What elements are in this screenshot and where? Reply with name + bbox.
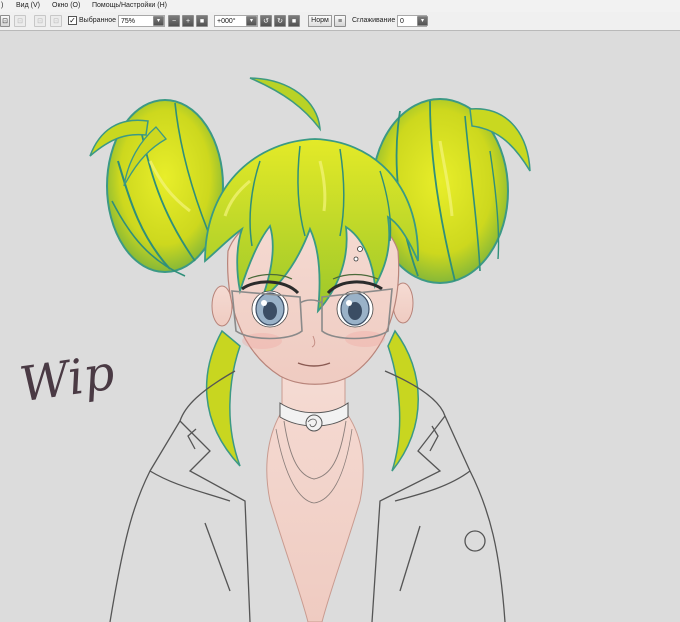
drawing-canvas[interactable]: Wip <box>0 31 680 622</box>
rotate-right-button[interactable]: ↻ <box>274 15 286 27</box>
square-icon: ■ <box>291 17 297 25</box>
smoothing-value: 0 <box>400 18 404 25</box>
zoom-dropdown-button[interactable]: ▾ <box>153 16 164 26</box>
menu-item-window[interactable]: Окно (O) <box>52 2 80 9</box>
smoothing-label: Сглаживание <box>352 17 396 24</box>
tool-second-icon: ⊡ <box>17 17 23 25</box>
tool-fourth-button[interactable]: ⊡ <box>50 15 62 27</box>
artwork: Wip <box>16 77 531 622</box>
chevron-down-icon: ▾ <box>249 18 253 24</box>
tool-first-button[interactable]: ⊡ <box>0 15 10 27</box>
minus-icon: − <box>171 17 177 25</box>
rotation-value: +000° <box>217 18 236 25</box>
chevron-down-icon: ▾ <box>156 18 160 24</box>
zoom-in-button[interactable]: + <box>182 15 194 27</box>
flip-icon: ≡ <box>337 17 343 25</box>
rotate-left-button[interactable]: ↺ <box>260 15 272 27</box>
rotation-dropdown-button[interactable]: ▾ <box>246 16 257 26</box>
zoom-value: 75% <box>121 18 136 25</box>
zoom-out-button[interactable]: − <box>168 15 180 27</box>
wip-annotation: Wip <box>16 345 117 414</box>
plus-icon: + <box>185 17 191 25</box>
selected-label: Выбранное <box>79 17 117 24</box>
tool-first-icon: ⊡ <box>2 17 8 25</box>
left-ear <box>211 285 233 327</box>
selection-toolbar: ⊡ ⊡ ⊡ ⊡ ✓ Выбранное 75% ▾ − + ■ +000° ▾ … <box>0 12 680 31</box>
flip-button[interactable]: ≡ <box>334 15 346 27</box>
paint-tool-window: ) Вид (V) Окно (O) Помощь/Настройки (H) … <box>0 0 680 622</box>
right-hair-lock <box>387 329 419 472</box>
chevron-down-icon: ▾ <box>420 18 424 24</box>
menu-item-help-settings[interactable]: Помощь/Настройки (H) <box>92 2 167 9</box>
smoothing-dropdown-button[interactable]: ▾ <box>417 16 428 26</box>
square-icon: ■ <box>199 17 205 25</box>
rotation-reset-button[interactable]: ■ <box>288 15 300 27</box>
zoom-reset-button[interactable]: ■ <box>196 15 208 27</box>
menu-bar: ) Вид (V) Окно (O) Помощь/Настройки (H) <box>0 0 680 12</box>
hair-ahoge <box>249 77 321 132</box>
menu-item-edit-fragment[interactable]: ) <box>1 2 3 9</box>
rotate-left-icon: ↺ <box>263 17 269 25</box>
tool-fourth-icon: ⊡ <box>53 17 59 25</box>
rotate-right-icon: ↻ <box>277 17 283 25</box>
left-hair-lock <box>205 329 241 467</box>
selected-checkbox[interactable]: ✓ <box>68 16 77 25</box>
blend-mode-button[interactable]: Норм <box>308 15 332 27</box>
tool-second-button[interactable]: ⊡ <box>14 15 26 27</box>
left-hair-bun <box>89 99 224 277</box>
tool-third-icon: ⊡ <box>37 17 43 25</box>
tool-third-button[interactable]: ⊡ <box>34 15 46 27</box>
menu-item-view[interactable]: Вид (V) <box>16 2 40 9</box>
